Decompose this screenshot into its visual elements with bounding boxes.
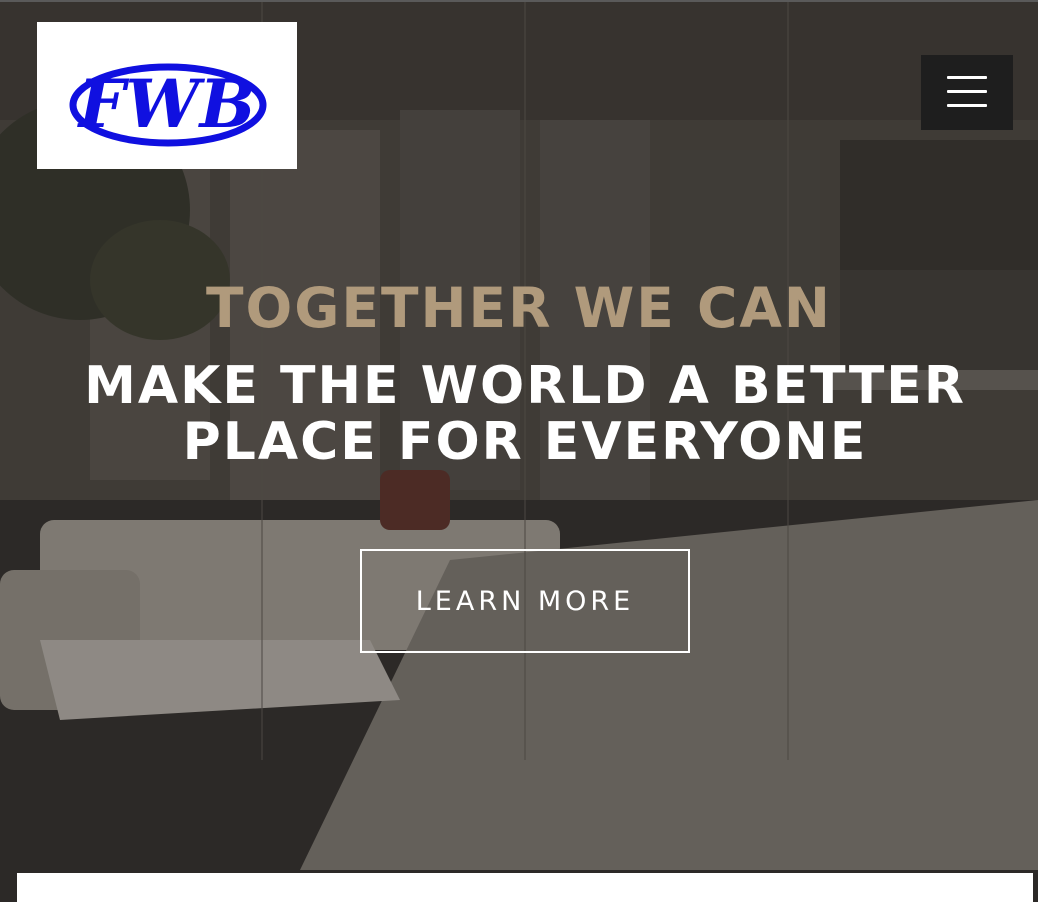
hamburger-line bbox=[947, 104, 987, 107]
site-logo[interactable]: FWB bbox=[37, 22, 297, 169]
hamburger-menu-button[interactable] bbox=[921, 55, 1013, 130]
hamburger-line bbox=[947, 90, 987, 93]
hero-section: FWB TOGETHER WE CAN MAKE THE WORLD A BET… bbox=[0, 0, 1038, 902]
hero-tagline: TOGETHER WE CAN bbox=[206, 276, 832, 340]
logo-text: FWB bbox=[77, 65, 256, 143]
hero-headline: MAKE THE WORLD A BETTER PLACE FOR EVERYO… bbox=[84, 356, 966, 472]
top-border bbox=[0, 0, 1038, 2]
hamburger-menu-icon bbox=[947, 76, 987, 79]
fwb-logo-icon: FWB bbox=[69, 63, 267, 147]
learn-more-label: LEARN MORE bbox=[415, 585, 635, 617]
learn-more-button[interactable]: LEARN MORE bbox=[360, 549, 690, 653]
content-card-top bbox=[17, 873, 1033, 902]
